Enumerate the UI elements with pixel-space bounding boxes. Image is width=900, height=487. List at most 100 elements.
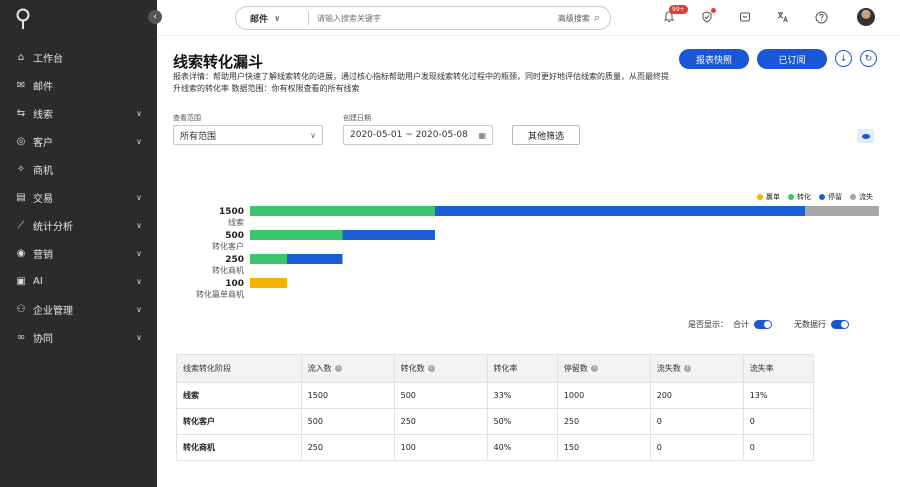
collapse-sidebar-icon[interactable]: ‹: [148, 10, 162, 24]
sidebar-item-4[interactable]: ✧ 商机: [0, 155, 157, 183]
bell-icon[interactable]: 99+: [660, 5, 688, 26]
column-header: 停留数 i: [556, 354, 651, 383]
sidebar-item-label: 协同: [33, 333, 53, 345]
sidebar-item-2[interactable]: ⇆ 线索 ∨: [0, 99, 157, 127]
date-filter-label: 创建日期: [343, 114, 371, 122]
value-cell: 0: [649, 408, 744, 435]
value-cell: 13%: [742, 382, 815, 409]
table-row: 转化客户 500 250 50% 250 0 0: [176, 408, 815, 435]
eye-icon[interactable]: [857, 129, 874, 143]
scope-filter-value: 所有范围: [180, 131, 217, 142]
bar-segment[interactable]: [805, 206, 879, 216]
value-cell: 0: [742, 434, 815, 461]
calendar-icon: ▦: [478, 130, 486, 140]
stage-cell: 线索: [176, 382, 302, 409]
download-icon[interactable]: ↓: [835, 50, 852, 67]
sidebar-item-label: 交易: [33, 193, 53, 205]
bar-segment[interactable]: [250, 254, 287, 264]
value-cell: 50%: [486, 408, 558, 435]
value-cell: 0: [742, 408, 815, 435]
category-label: 转化赢单商机: [196, 289, 244, 299]
display-label: 是否显示：: [688, 320, 728, 329]
stage-cell: 转化客户: [176, 408, 302, 435]
table-header-row: 线索转化阶段 流入数 i 转化数 i 转化率 停留数 i 流失数 i 流失率: [176, 354, 815, 383]
chevron-down-icon: ∨: [310, 130, 316, 140]
sidebar-item-label: 邮件: [33, 81, 53, 93]
column-header-label: 流入数: [307, 364, 332, 373]
bar-segment[interactable]: [250, 206, 435, 216]
bar-segment[interactable]: [287, 254, 343, 264]
avatar[interactable]: [857, 8, 875, 26]
no-data-rows-toggle[interactable]: [831, 320, 849, 329]
date-range-value: 2020-05-01 ~ 2020-05-08: [350, 130, 468, 140]
column-header-label: 线索转化阶段: [183, 364, 231, 373]
sidebar: ⌂ 工作台 ✉ 邮件 ⇆ 线索 ∨ ◎ 客户 ∨ ✧ 商机 ▤ 交易 ∨ ⟋ 统计分析 ∨ ◉ 营销 ∨ ▣ AI ∨ ⚇ 企业管…: [0, 0, 157, 487]
alert-dot: [711, 8, 716, 13]
page-description: 报表详情：帮助用户快速了解线索转化的进展，通过核心指标帮助用户发现线索转化过程中…: [173, 72, 669, 93]
column-header: 流失数 i: [649, 354, 744, 383]
scope-filter-select[interactable]: 所有范围 ∨: [173, 125, 323, 145]
info-icon[interactable]: i: [590, 365, 598, 372]
column-header: 线索转化阶段: [176, 354, 302, 383]
column-header: 流入数 i: [300, 354, 395, 383]
value-cell: 0: [649, 434, 744, 461]
sidebar-item-8[interactable]: ▣ AI ∨: [0, 267, 157, 295]
logo-icon[interactable]: [15, 8, 31, 30]
report-snapshot-button[interactable]: 报表快照: [679, 49, 749, 69]
date-range-input[interactable]: 2020-05-01 ~ 2020-05-08 ▦: [343, 125, 493, 145]
bar-total-label: 100: [225, 279, 244, 289]
sidebar-item-label: 工作台: [33, 53, 63, 65]
info-icon[interactable]: i: [334, 365, 342, 372]
ai-icon: ▣: [16, 275, 26, 287]
analytics-icon: ⟋: [17, 219, 25, 231]
deal-icon: ▤: [16, 191, 26, 203]
sidebar-item-7[interactable]: ◉ 营销 ∨: [0, 239, 157, 267]
page-title: 线索转化漏斗: [173, 53, 264, 71]
value-cell: 200: [649, 382, 744, 409]
mail-icon: ✉: [16, 79, 26, 91]
total-toggle[interactable]: [754, 320, 772, 329]
sidebar-item-9[interactable]: ⚇ 企业管理 ∨: [0, 295, 157, 323]
sidebar-item-10[interactable]: ∞ 协同 ∨: [0, 323, 157, 351]
refresh-icon[interactable]: ↻: [860, 50, 877, 67]
value-cell: 500: [393, 382, 488, 409]
no-data-rows-toggle-label: 无数据行: [794, 320, 826, 329]
bar-segment[interactable]: [250, 230, 343, 240]
bar-segment[interactable]: [250, 278, 287, 288]
value-cell: 33%: [486, 382, 558, 409]
info-icon[interactable]: i: [427, 365, 435, 372]
sidebar-item-6[interactable]: ⟋ 统计分析 ∨: [0, 211, 157, 239]
sidebar-item-5[interactable]: ▤ 交易 ∨: [0, 183, 157, 211]
bar-total-label: 500: [225, 231, 244, 241]
sidebar-item-label: AI: [33, 275, 43, 287]
category-label: 转化客户: [212, 241, 244, 251]
scope-filter-label: 查看范围: [173, 114, 201, 122]
value-cell: 1000: [556, 382, 651, 409]
value-cell: 250: [556, 408, 651, 435]
sidebar-item-0[interactable]: ⌂ 工作台: [0, 43, 157, 71]
column-header-label: 转化率: [493, 364, 518, 373]
column-header-label: 流失数: [656, 364, 681, 373]
bar-segment[interactable]: [435, 206, 805, 216]
org-icon: ⚇: [16, 303, 26, 315]
top-icons: 99+: [157, 5, 900, 28]
bar-segment[interactable]: [342, 230, 436, 240]
bar-total-label: 250: [225, 255, 244, 265]
home-icon: ⌂: [17, 51, 25, 63]
display-options: 是否显示： 合计 无数据行: [688, 319, 849, 330]
chevron-down-icon: ∨: [136, 220, 142, 230]
help-icon[interactable]: [812, 8, 830, 26]
top-bar: 邮件 ∨ 高级搜索 ⌕ 99+: [157, 0, 900, 36]
table-row: 转化商机 250 100 40% 150 0 0: [176, 434, 815, 461]
sidebar-item-1[interactable]: ✉ 邮件: [0, 71, 157, 99]
subscribed-button[interactable]: 已订阅: [757, 49, 827, 69]
sidebar-item-label: 线索: [33, 109, 53, 121]
shield-check-icon[interactable]: [698, 8, 716, 26]
inbox-icon[interactable]: [736, 8, 754, 26]
other-filters-button[interactable]: 其他筛选: [512, 125, 580, 145]
info-icon[interactable]: i: [683, 365, 691, 372]
translate-icon[interactable]: [774, 8, 792, 26]
column-header: 转化率: [486, 354, 558, 383]
sidebar-item-3[interactable]: ◎ 客户 ∨: [0, 127, 157, 155]
column-header-label: 流失率: [749, 364, 774, 373]
